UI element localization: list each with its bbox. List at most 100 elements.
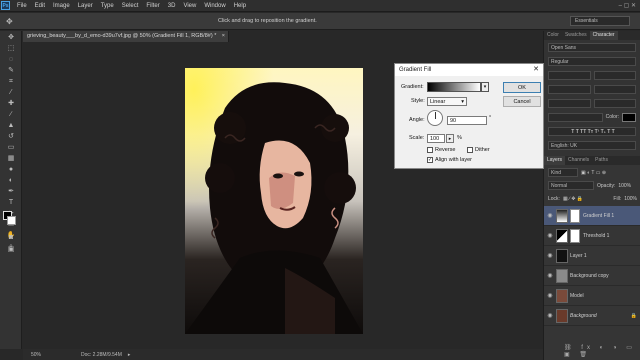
eye-icon[interactable]: ◉ [544, 292, 556, 299]
move-tool-icon[interactable]: ✥ [6, 17, 13, 26]
blend-mode-select[interactable]: Normal [548, 181, 594, 190]
align-checkbox[interactable]: ✓ [427, 157, 433, 163]
tab-color[interactable]: Color [544, 31, 562, 40]
style-select[interactable]: Linear ▾ [427, 97, 467, 106]
opacity-value[interactable]: 100% [618, 183, 631, 189]
menu-window[interactable]: Window [200, 3, 229, 9]
layer-row[interactable]: ◉ Background 🔒 [544, 306, 640, 326]
kerning-field[interactable] [548, 85, 591, 94]
lock-icon: 🔒 [630, 312, 637, 319]
gradient-picker[interactable] [427, 82, 481, 92]
window-controls[interactable]: – ▢ ✕ [619, 2, 636, 9]
angle-dial[interactable] [427, 110, 443, 126]
menu-filter[interactable]: Filter [142, 3, 163, 9]
quick-select-icon[interactable]: ✎ [6, 67, 16, 75]
menu-help[interactable]: Help [230, 3, 250, 9]
layer-row[interactable]: ◉ Gradient Fill 1 [544, 206, 640, 226]
baseline-shift-field[interactable] [548, 113, 603, 122]
leading-field[interactable] [593, 71, 636, 80]
close-tab-icon[interactable]: × [222, 31, 225, 42]
filter-icons[interactable]: ▣ ◐ T ▭ ⊕ [581, 170, 606, 176]
crop-icon[interactable]: ⌗ [6, 78, 16, 86]
move-icon[interactable]: ✥ [6, 34, 16, 42]
kind-filter-select[interactable]: Kind [548, 168, 578, 177]
text-color-swatch[interactable] [622, 113, 636, 122]
tab-channels[interactable]: Channels [565, 156, 592, 165]
font-size-field[interactable] [548, 71, 591, 80]
tracking-field[interactable] [593, 85, 636, 94]
eye-icon[interactable]: ◉ [544, 252, 556, 259]
eye-icon[interactable]: ◉ [544, 232, 556, 239]
pen-icon[interactable]: ✒ [6, 188, 16, 196]
menu-layer[interactable]: Layer [74, 3, 97, 9]
healing-icon[interactable]: ✚ [6, 100, 16, 108]
menu-edit[interactable]: Edit [31, 3, 49, 9]
eye-icon[interactable]: ◉ [544, 272, 556, 279]
menu-view[interactable]: View [179, 3, 200, 9]
ok-button[interactable]: OK [503, 82, 541, 93]
eye-icon[interactable]: ◉ [544, 312, 556, 319]
layer-mask-thumbnail[interactable] [570, 228, 580, 243]
faux-styles-buttons[interactable]: T T TT Tт T¹ T₁ T T [548, 127, 636, 136]
document-tab[interactable]: grieving_beauty___by_d_emo-d39u7vf.jpg @… [23, 31, 229, 42]
layer-thumbnail [556, 268, 568, 283]
lasso-icon[interactable]: ◌ [6, 56, 16, 64]
history-brush-icon[interactable]: ↺ [6, 133, 16, 141]
font-style-row: Regular [548, 57, 636, 68]
close-icon[interactable]: ✕ [533, 64, 539, 76]
lock-icons[interactable]: ▦ ∕ ✥ 🔒 [563, 196, 583, 202]
layer-row[interactable]: ◉ Background copy [544, 266, 640, 286]
document-image[interactable] [185, 68, 363, 334]
type-icon[interactable]: T [6, 199, 16, 207]
screen-mode-icon[interactable]: ▣ [6, 246, 16, 254]
layer-row[interactable]: ◉ Threshold 1 [544, 226, 640, 246]
vertical-scale-field[interactable] [548, 99, 591, 108]
layer-row[interactable]: ◉ Layer 1 [544, 246, 640, 266]
horizontal-scale-field[interactable] [593, 99, 636, 108]
marquee-icon[interactable]: ⬚ [6, 45, 16, 53]
cancel-button[interactable]: Cancel [503, 96, 541, 107]
layer-mask-thumbnail[interactable] [570, 208, 580, 223]
status-arrow-icon[interactable]: ▸ [128, 352, 131, 358]
font-style-select[interactable]: Regular [548, 57, 636, 66]
gradient-dropdown-icon[interactable]: ▾ [481, 82, 489, 92]
menu-file[interactable]: File [13, 3, 31, 9]
menu-3d[interactable]: 3D [164, 3, 180, 9]
menu-image[interactable]: Image [49, 3, 74, 9]
layers-footer-buttons[interactable]: ⛓ fx ◐ ◑ ▭ ▣ 🗑 [564, 344, 640, 358]
gradient-icon[interactable]: ▦ [6, 155, 16, 163]
font-family-select[interactable]: Open Sans [548, 43, 636, 52]
tab-paths[interactable]: Paths [592, 156, 611, 165]
scale-field[interactable]: 100 [427, 134, 445, 143]
blur-icon[interactable]: ● [6, 166, 16, 174]
tab-character[interactable]: Character [589, 31, 618, 40]
tab-layers[interactable]: Layers [544, 156, 566, 165]
menu-select[interactable]: Select [118, 3, 143, 9]
reverse-checkbox[interactable] [427, 147, 433, 153]
options-bar: ✥ [0, 13, 640, 30]
layer-name: Threshold 1 [583, 232, 610, 239]
menu-type[interactable]: Type [97, 3, 118, 9]
fill-value[interactable]: 100% [624, 196, 637, 202]
doc-size-info: Doc: 2.28M/9.54M [81, 351, 122, 358]
workspace-select[interactable]: Essentials [570, 16, 630, 26]
eye-icon[interactable]: ◉ [544, 212, 556, 219]
zoom-level[interactable]: 50% [31, 352, 41, 358]
dodge-icon[interactable]: ◐ [6, 177, 16, 185]
quick-mask-icon[interactable]: ◙ [6, 234, 16, 242]
layer-row[interactable]: ◉ Model [544, 286, 640, 306]
dialog-titlebar[interactable]: Gradient Fill ✕ [395, 64, 543, 76]
language-select[interactable]: English: UK [548, 141, 636, 150]
stamp-icon[interactable]: ▲ [6, 122, 16, 130]
eyedropper-icon[interactable]: ⁄ [6, 89, 16, 97]
angle-field[interactable]: 90 [447, 116, 487, 125]
toolbox: ✥ ⬚ ◌ ✎ ⌗ ⁄ ✚ ∕ ▲ ↺ ▭ ▦ ● ◐ ✒ T ➤ ▭ ✋ ⌕ … [0, 31, 22, 349]
background-color-swatch[interactable] [7, 216, 16, 225]
eraser-icon[interactable]: ▭ [6, 144, 16, 152]
style-buttons-row[interactable]: T T TT Tт T¹ T₁ T T [548, 127, 636, 138]
brush-icon[interactable]: ∕ [6, 111, 16, 119]
tab-swatches[interactable]: Swatches [562, 31, 590, 40]
dither-checkbox[interactable] [467, 147, 473, 153]
scale-slider-icon[interactable]: ▸ [446, 134, 454, 143]
color-row: Color: [548, 113, 636, 124]
